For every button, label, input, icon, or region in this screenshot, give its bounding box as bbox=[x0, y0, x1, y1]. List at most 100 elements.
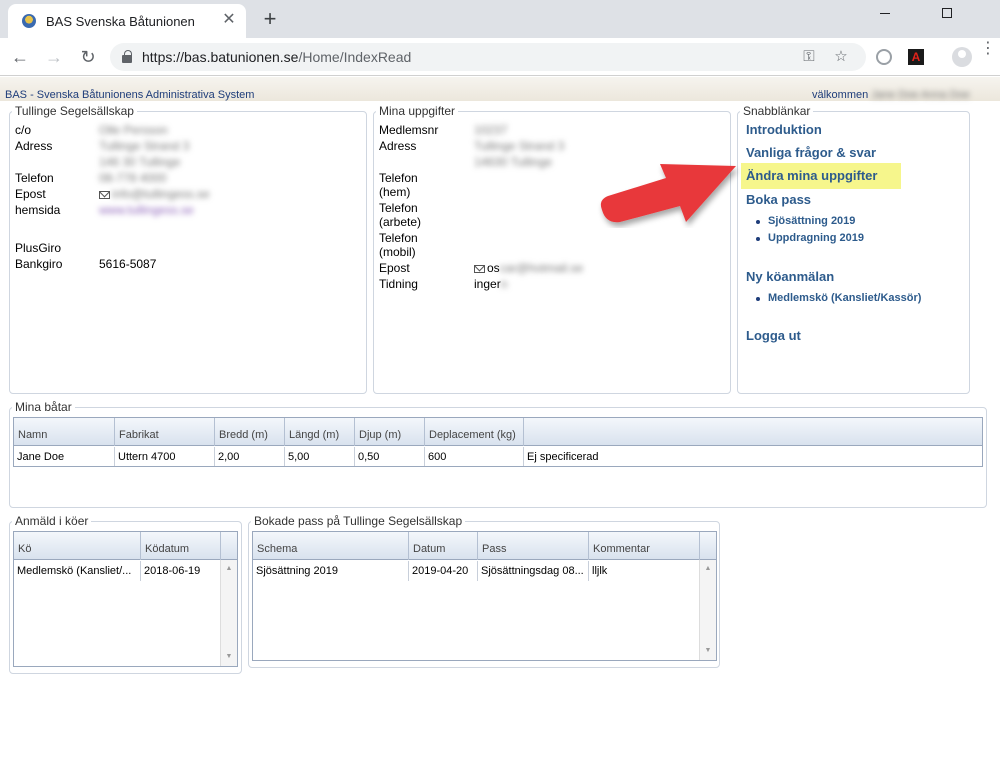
browser-tabstrip: BAS Svenska Båtunionen ✕ + bbox=[0, 0, 1000, 38]
new-tab-button[interactable]: + bbox=[258, 8, 282, 32]
table-row[interactable]: Medlemskö (Kansliet/... 2018-06-19 bbox=[14, 561, 221, 581]
link-new-queue[interactable]: Ny köanmälan bbox=[746, 269, 834, 284]
col-depth[interactable]: Djup (m) bbox=[355, 418, 425, 446]
label-homepage: hemsida bbox=[15, 203, 61, 217]
tab-close-icon[interactable]: ✕ bbox=[220, 11, 238, 29]
booked-table-header: Schema Datum Pass Kommentar bbox=[253, 532, 716, 560]
booked-table: Schema Datum Pass Kommentar Sjösättning … bbox=[252, 531, 717, 661]
label-bankgiro: Bankgiro bbox=[15, 257, 63, 271]
col-width[interactable]: Bredd (m) bbox=[215, 418, 285, 446]
mail-icon bbox=[474, 264, 485, 273]
table-row[interactable]: Sjösättning 2019 2019-04-20 Sjösättnings… bbox=[253, 561, 700, 581]
quicklinks-list: Introduktion Vanliga frågor & svar Ändra… bbox=[738, 117, 968, 357]
extension-icon[interactable] bbox=[876, 49, 892, 65]
profile-avatar[interactable] bbox=[952, 47, 972, 67]
lock-icon bbox=[122, 50, 132, 63]
cell-boat-length: 5,00 bbox=[285, 447, 355, 466]
member-number: 10237 bbox=[474, 123, 508, 137]
club-details: c/o Olle Persson Adress Tullinge Strand … bbox=[15, 123, 355, 283]
forward-button[interactable]: → bbox=[42, 45, 66, 69]
col-schedule[interactable]: Schema bbox=[253, 532, 409, 560]
site-title: BAS - Svenska Båtunionens Administrativa… bbox=[5, 89, 255, 101]
club-email[interactable]: info@tullingess.se bbox=[99, 187, 210, 202]
link-edit-profile[interactable]: Ändra mina uppgifter bbox=[746, 168, 877, 183]
link-logout[interactable]: Logga ut bbox=[746, 328, 801, 343]
club-address-2: 146 30 Tullinge bbox=[99, 155, 181, 169]
scroll-up-icon[interactable]: ▲ bbox=[700, 562, 716, 576]
queues-scrollbar[interactable]: ▲ ▼ bbox=[220, 560, 237, 666]
label-magazine: Tidning bbox=[379, 277, 418, 291]
club-bankgiro: 5616-5087 bbox=[99, 257, 157, 271]
booked-scrollbar[interactable]: ▲ ▼ bbox=[699, 560, 716, 660]
col-shift[interactable]: Pass bbox=[478, 532, 589, 560]
label-member-email: Epost bbox=[379, 261, 410, 275]
pdf-extension-icon[interactable]: A bbox=[908, 49, 924, 65]
link-book-haulout-2019[interactable]: Uppdragning 2019 bbox=[756, 232, 864, 244]
col-make[interactable]: Fabrikat bbox=[115, 418, 215, 446]
bookmark-star-icon[interactable]: ☆ bbox=[832, 48, 850, 66]
site-favicon-icon bbox=[22, 14, 36, 28]
quicklinks-legend: Snabblänkar bbox=[743, 104, 811, 118]
label-phone-home: Telefon bbox=[379, 171, 418, 185]
cell-comment: lljlk bbox=[589, 561, 700, 581]
scroll-down-icon[interactable]: ▼ bbox=[221, 650, 237, 664]
member-email[interactable]: oscar@hotmail.se bbox=[474, 261, 583, 276]
red-arrow-icon bbox=[600, 164, 736, 223]
queues-legend: Anmäld i köer bbox=[15, 514, 89, 528]
url-text[interactable]: https://bas.batunionen.se/Home/IndexRead bbox=[142, 49, 411, 65]
cell-boat-make: Uttern 4700 bbox=[115, 447, 215, 466]
table-row[interactable]: Jane Doe Uttern 4700 2,00 5,00 0,50 600 … bbox=[14, 447, 982, 466]
browser-tab[interactable]: BAS Svenska Båtunionen ✕ bbox=[8, 4, 246, 38]
col-extra bbox=[524, 418, 982, 446]
cell-boat-displacement: 600 bbox=[425, 447, 524, 466]
window-minimize-button[interactable] bbox=[862, 0, 908, 30]
col-date[interactable]: Datum bbox=[409, 532, 478, 560]
link-book-launch-2019[interactable]: Sjösättning 2019 bbox=[755, 215, 855, 227]
col-name[interactable]: Namn bbox=[14, 418, 115, 446]
queues-table-header: Kö Ködatum bbox=[14, 532, 237, 560]
link-queue-membership[interactable]: Medlemskö (Kansliet/Kassör) bbox=[755, 292, 921, 304]
back-button[interactable]: ← bbox=[8, 45, 32, 69]
scroll-up-icon[interactable]: ▲ bbox=[221, 562, 237, 576]
member-address-2: 14630 Tullinge bbox=[474, 155, 553, 169]
member-magazine: ingern bbox=[474, 277, 508, 291]
cell-schedule: Sjösättning 2019 bbox=[253, 561, 409, 581]
welcome-text: välkommen Jane Doe Anna Doe bbox=[812, 89, 970, 101]
label-member-number: Medlemsnr bbox=[379, 123, 439, 137]
col-displacement[interactable]: Deplacement (kg) bbox=[425, 418, 524, 446]
tab-title: BAS Svenska Båtunionen bbox=[46, 14, 195, 29]
page-content: BAS - Svenska Båtunionens Administrativa… bbox=[0, 77, 1000, 768]
label-phone: Telefon bbox=[15, 171, 54, 185]
club-address-1: Tullinge Strand 3 bbox=[99, 139, 190, 153]
label-phone-work: Telefon bbox=[379, 201, 418, 215]
club-homepage-link[interactable]: www.tullingess.se bbox=[99, 203, 194, 218]
browser-menu-icon[interactable]: ⋮ bbox=[980, 41, 996, 66]
label-email: Epost bbox=[15, 187, 46, 201]
link-book-shift[interactable]: Boka pass bbox=[746, 192, 811, 207]
boats-table: Namn Fabrikat Bredd (m) Längd (m) Djup (… bbox=[13, 417, 983, 467]
label-phone-mobile: Telefon bbox=[379, 231, 418, 245]
address-bar[interactable]: https://bas.batunionen.se/Home/IndexRead… bbox=[110, 43, 866, 71]
key-icon[interactable]: ⚿ bbox=[800, 48, 818, 66]
club-co: Olle Persson bbox=[99, 123, 168, 137]
site-header: BAS - Svenska Båtunionens Administrativa… bbox=[0, 77, 1000, 101]
label-member-address: Adress bbox=[379, 139, 417, 153]
cell-boat-depth: 0,50 bbox=[355, 447, 425, 466]
col-queue-date[interactable]: Ködatum bbox=[141, 532, 221, 560]
boats-legend: Mina båtar bbox=[15, 400, 72, 414]
cell-shift: Sjösättningsdag 08... bbox=[478, 561, 589, 581]
col-length[interactable]: Längd (m) bbox=[285, 418, 355, 446]
reload-button[interactable]: ↻ bbox=[76, 45, 100, 69]
label-plusgiro: PlusGiro bbox=[15, 241, 62, 255]
link-faq[interactable]: Vanliga frågor & svar bbox=[746, 145, 876, 160]
cell-queue-date: 2018-06-19 bbox=[141, 561, 221, 581]
col-comment[interactable]: Kommentar bbox=[589, 532, 700, 560]
col-queue[interactable]: Kö bbox=[14, 532, 141, 560]
window-maximize-button[interactable] bbox=[924, 0, 970, 30]
queues-table: Kö Ködatum Medlemskö (Kansliet/... 2018-… bbox=[13, 531, 238, 667]
scroll-down-icon[interactable]: ▼ bbox=[700, 644, 716, 658]
label-phone-home-sub: (hem) bbox=[379, 185, 411, 199]
cell-boat-width: 2,00 bbox=[215, 447, 285, 466]
cell-boat-name: Jane Doe bbox=[14, 447, 115, 466]
link-introduction[interactable]: Introduktion bbox=[746, 122, 822, 137]
